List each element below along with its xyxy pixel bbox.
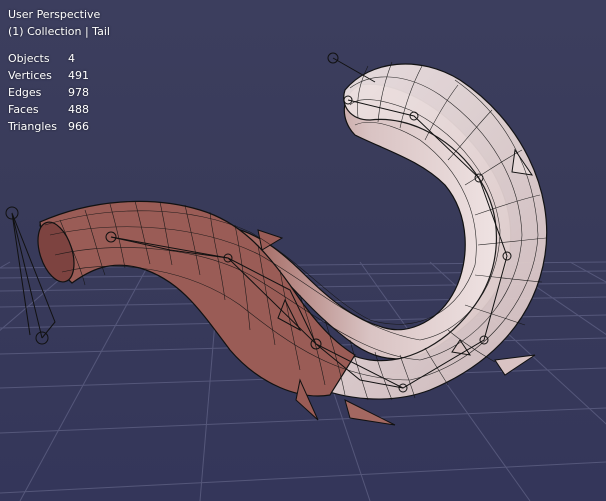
stat-value: 4 <box>68 52 75 65</box>
viewport-info-overlay: User Perspective (1) Collection | Tail O… <box>8 6 110 135</box>
scene-statistics: Objects 4 Vertices 491 Edges 978 Faces 4… <box>8 50 110 135</box>
stat-value: 491 <box>68 69 89 82</box>
stat-label: Faces <box>8 103 39 116</box>
stat-value: 978 <box>68 86 89 99</box>
stat-edges: Edges 978 <box>8 84 110 101</box>
view-name-label: User Perspective <box>8 8 101 21</box>
stat-label: Vertices <box>8 69 52 82</box>
stat-value: 488 <box>68 103 89 116</box>
stat-label: Edges <box>8 86 42 99</box>
collection-label: (1) Collection | Tail <box>8 25 110 38</box>
stat-triangles: Triangles 966 <box>8 118 110 135</box>
stat-faces: Faces 488 <box>8 101 110 118</box>
stat-label: Objects <box>8 52 50 65</box>
stat-label: Triangles <box>8 120 57 133</box>
stat-objects: Objects 4 <box>8 50 110 67</box>
3d-viewport[interactable]: User Perspective (1) Collection | Tail O… <box>0 0 606 501</box>
stat-value: 966 <box>68 120 89 133</box>
stat-vertices: Vertices 491 <box>8 67 110 84</box>
